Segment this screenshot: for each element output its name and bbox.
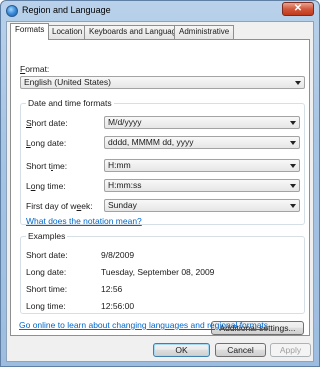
first-day-value: Sunday <box>108 200 137 210</box>
close-button[interactable]: ✕ <box>282 2 314 16</box>
tab-administrative[interactable]: Administrative <box>174 25 235 39</box>
date-time-formats-title: Date and time formats <box>26 98 114 108</box>
chevron-down-icon <box>290 141 296 145</box>
cancel-button[interactable]: Cancel <box>215 343 266 357</box>
online-help-link[interactable]: Go online to learn about changing langua… <box>19 320 268 330</box>
chevron-down-icon <box>290 164 296 168</box>
notation-help-link[interactable]: What does the notation mean? <box>26 216 142 226</box>
dialog-window: Region and Language ✕ Formats Location K… <box>0 0 320 367</box>
example-long-date-value: Tuesday, September 08, 2009 <box>101 267 215 277</box>
date-time-formats-group: Date and time formats Short date: M/d/yy… <box>20 98 305 226</box>
examples-group: Examples Short date: 9/8/2009 Long date:… <box>20 231 305 314</box>
short-time-label-b: me: <box>52 161 68 171</box>
chevron-down-icon <box>290 184 296 188</box>
short-time-dropdown[interactable]: H:mm <box>104 159 300 172</box>
example-long-date-label: Long date: <box>26 267 67 277</box>
short-date-label-rest: hort date: <box>31 118 68 128</box>
first-day-label: First day of week: <box>26 201 93 211</box>
window-title: Region and Language <box>22 5 111 15</box>
formats-panel: Format: English (United States) Date and… <box>10 39 310 336</box>
format-label: Format: <box>20 64 50 74</box>
long-date-label: Long date: <box>26 138 67 148</box>
format-dropdown[interactable]: English (United States) <box>20 76 305 89</box>
title-bar[interactable]: Region and Language ✕ <box>1 1 319 21</box>
short-date-dropdown[interactable]: M/d/yyyy <box>104 116 300 129</box>
example-long-time-label: Long time: <box>26 301 66 311</box>
short-time-value: H:mm <box>108 160 131 170</box>
long-date-label-rest: ong date: <box>30 138 67 148</box>
long-time-label-b: ng time: <box>35 181 66 191</box>
format-label-rest: ormat: <box>25 64 50 74</box>
long-time-label: Long time: <box>26 181 66 191</box>
short-time-label-a: Short t <box>26 161 52 171</box>
chevron-down-icon <box>290 121 296 125</box>
examples-title: Examples <box>26 231 68 241</box>
apply-button[interactable]: Apply <box>270 343 311 357</box>
chevron-down-icon <box>290 204 296 208</box>
long-time-value: H:mm:ss <box>108 180 142 190</box>
tab-location[interactable]: Location <box>47 25 88 39</box>
ok-button[interactable]: OK <box>153 343 210 357</box>
example-short-time-label: Short time: <box>26 284 68 294</box>
long-date-dropdown[interactable]: dddd, MMMM dd, yyyy <box>104 136 300 149</box>
short-date-value: M/d/yyyy <box>108 117 142 127</box>
long-date-value: dddd, MMMM dd, yyyy <box>108 137 194 147</box>
tab-formats[interactable]: Formats <box>10 23 50 40</box>
short-date-label: Short date: <box>26 118 68 128</box>
short-time-label: Short time: <box>26 161 67 171</box>
first-day-dropdown[interactable]: Sunday <box>104 199 300 212</box>
first-day-label-a: First day of w <box>26 201 77 211</box>
example-short-time-value: 12:56 <box>101 284 123 294</box>
example-short-date-label: Short date: <box>26 250 68 260</box>
first-day-label-b: ek: <box>81 201 93 211</box>
globe-icon <box>6 5 18 17</box>
example-short-date-value: 9/8/2009 <box>101 250 135 260</box>
dialog-client-area: Formats Location Keyboards and Languages… <box>6 21 314 362</box>
chevron-down-icon <box>295 81 301 85</box>
long-time-dropdown[interactable]: H:mm:ss <box>104 179 300 192</box>
format-dropdown-value: English (United States) <box>24 77 111 87</box>
example-long-time-value: 12:56:00 <box>101 301 135 311</box>
